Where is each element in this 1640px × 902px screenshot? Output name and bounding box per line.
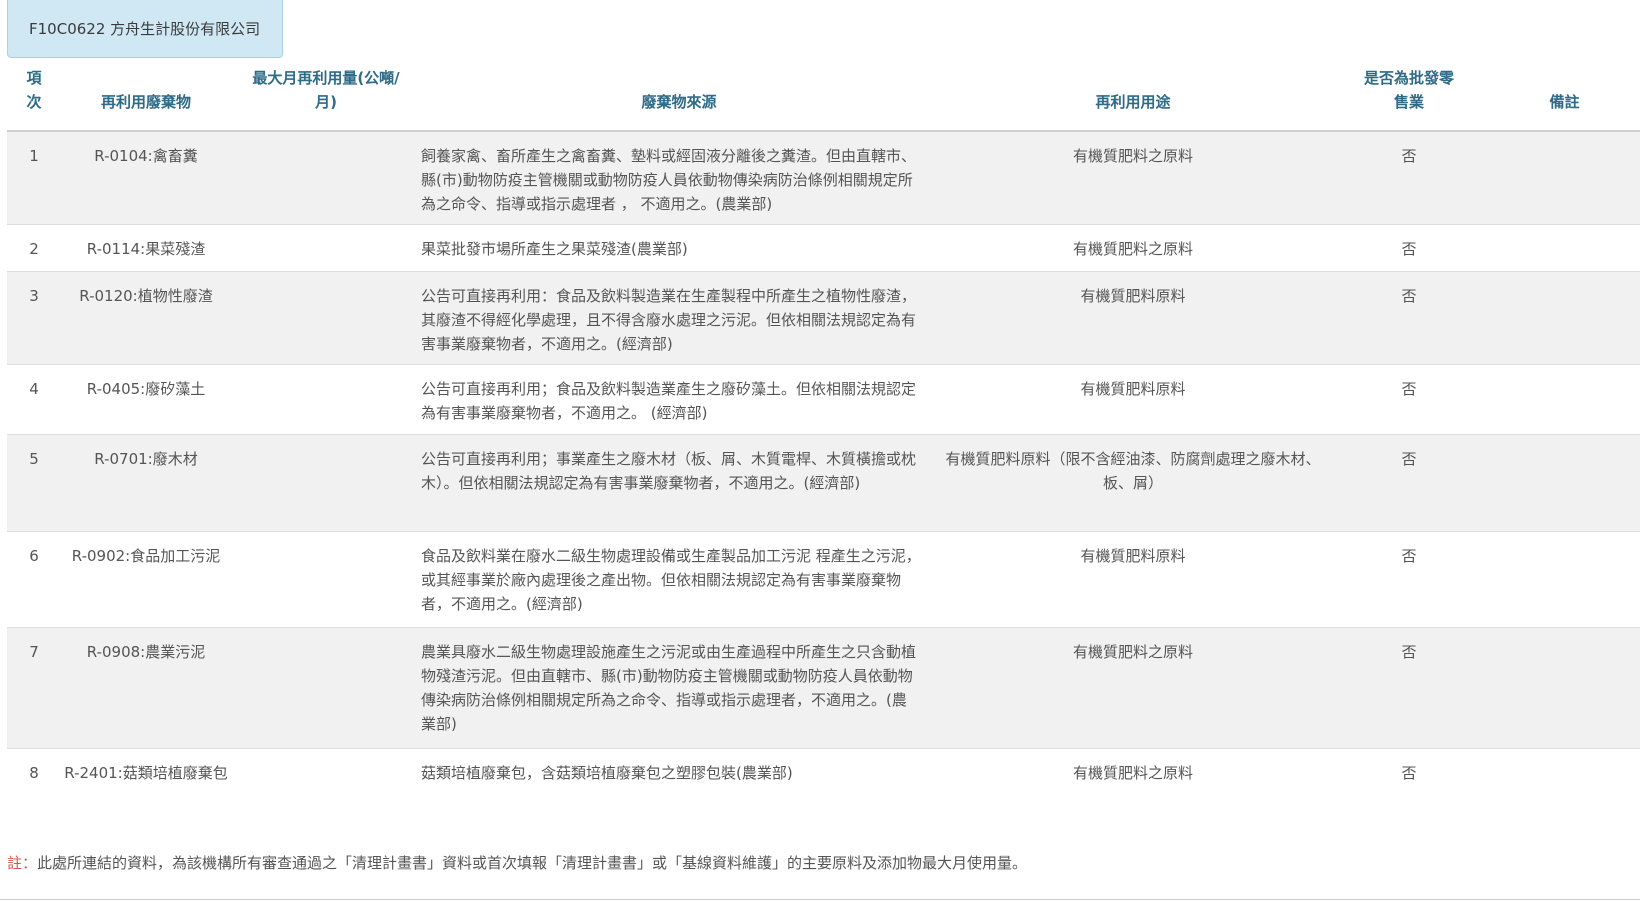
- row-usage: 有機質肥料原料: [1080, 287, 1186, 305]
- row-source: 飼養家禽、畜所產生之禽畜糞、墊料或經固液分離後之糞渣。但由直轄市、縣(市)動物防…: [421, 147, 917, 213]
- row-item: R-0114:果菜殘渣: [86, 240, 206, 258]
- row-item: R-2401:菇類培植廢棄包: [64, 764, 228, 782]
- company-tab[interactable]: F10C0622 方舟生計股份有限公司: [7, 0, 283, 58]
- row-source: 果菜批發市場所產生之果菜殘渣(農業部): [421, 240, 688, 258]
- row-no: 1: [29, 147, 39, 165]
- header-usage: 再利用用途: [1095, 93, 1171, 111]
- footnote-text: 此處所連結的資料，為該機構所有審查通過之「清理計畫書」資料或首次填報「清理計畫書…: [37, 854, 1028, 872]
- row-item: R-0908:農業污泥: [86, 643, 206, 661]
- row-no: 2: [29, 240, 39, 258]
- table-row: 1 R-0104:禽畜糞 飼養家禽、畜所產生之禽畜糞、墊料或經固液分離後之糞渣。…: [7, 132, 1640, 225]
- reuse-table: 項 次 再利用廢棄物 最大月再利用量(公噸/ 月) 廢棄物來源 再利用用途 是否…: [7, 66, 1640, 819]
- row-no: 7: [29, 643, 39, 661]
- header-source: 廢棄物來源: [641, 93, 717, 111]
- row-usage: 有機質肥料原料: [1080, 547, 1186, 565]
- table-row: 2 R-0114:果菜殘渣 果菜批發市場所產生之果菜殘渣(農業部) 有機質肥料之…: [7, 225, 1640, 272]
- row-no: 5: [29, 450, 39, 468]
- company-label: F10C0622 方舟生計股份有限公司: [29, 20, 261, 38]
- row-bulk: 否: [1401, 643, 1417, 661]
- header-max-usage: 最大月再利用量(公噸/ 月): [252, 69, 400, 111]
- row-source: 食品及飲料業在廢水二級生物處理設備或生產製品加工污泥 程產生之污泥，或其經事業於…: [421, 547, 921, 613]
- row-bulk: 否: [1401, 240, 1417, 258]
- row-usage: 有機質肥料之原料: [1072, 147, 1193, 165]
- row-no: 6: [29, 547, 39, 565]
- table-row: 3 R-0120:植物性廢渣 公告可直接再利用：食品及飲料製造業在生產製程中所產…: [7, 272, 1640, 365]
- row-source: 農業具廢水二級生物處理設施產生之污泥或由生產過程中所產生之只含動植物殘渣污泥。但…: [421, 643, 917, 733]
- header-note: 備註: [1549, 93, 1580, 111]
- table-header: 項 次 再利用廢棄物 最大月再利用量(公噸/ 月) 廢棄物來源 再利用用途 是否…: [7, 66, 1640, 132]
- row-bulk: 否: [1401, 450, 1417, 468]
- header-no: 項 次: [26, 69, 42, 111]
- row-no: 8: [29, 764, 39, 782]
- table-row: 7 R-0908:農業污泥 農業具廢水二級生物處理設施產生之污泥或由生產過程中所…: [7, 628, 1640, 749]
- footnote-mark: 註：: [7, 854, 38, 872]
- row-item: R-0104:禽畜糞: [94, 147, 198, 165]
- footnote: 註：此處所連結的資料，為該機構所有審查通過之「清理計畫書」資料或首次填報「清理計…: [7, 852, 1027, 873]
- row-bulk: 否: [1401, 287, 1417, 305]
- row-bulk: 否: [1401, 764, 1417, 782]
- row-source: 菇類培植廢棄包，含菇類培植廢棄包之塑膠包裝(農業部): [421, 764, 793, 782]
- row-no: 4: [29, 380, 39, 398]
- row-bulk: 否: [1401, 547, 1417, 565]
- table-row: 8 R-2401:菇類培植廢棄包 菇類培植廢棄包，含菇類培植廢棄包之塑膠包裝(農…: [7, 749, 1640, 819]
- row-no: 3: [29, 287, 39, 305]
- row-bulk: 否: [1401, 380, 1417, 398]
- row-source: 公告可直接再利用：食品及飲料製造業在生產製程中所產生之植物性廢渣，其廢渣不得經化…: [421, 287, 917, 353]
- row-usage: 有機質肥料原料（限不含經油漆、防腐劑處理之廢木材、板、屑）: [945, 450, 1321, 492]
- header-item: 再利用廢棄物: [100, 93, 191, 111]
- table-row: 6 R-0902:食品加工污泥 食品及飲料業在廢水二級生物處理設備或生產製品加工…: [7, 532, 1640, 628]
- row-source: 公告可直接再利用；事業產生之廢木材（板、屑、木質電桿、木質橫擔或枕木）。但依相關…: [421, 450, 917, 492]
- row-item: R-0405:廢矽藻土: [86, 380, 206, 398]
- header-bulk: 是否為批發零 售業: [1363, 69, 1454, 111]
- row-item: R-0701:廢木材: [94, 450, 198, 468]
- row-usage: 有機質肥料之原料: [1072, 764, 1193, 782]
- table-row: 5 R-0701:廢木材 公告可直接再利用；事業產生之廢木材（板、屑、木質電桿、…: [7, 435, 1640, 532]
- row-usage: 有機質肥料之原料: [1072, 240, 1193, 258]
- table-row: 4 R-0405:廢矽藻土 公告可直接再利用；食品及飲料製造業產生之廢矽藻土。但…: [7, 365, 1640, 435]
- row-bulk: 否: [1401, 147, 1417, 165]
- row-usage: 有機質肥料之原料: [1072, 643, 1193, 661]
- row-item: R-0902:食品加工污泥: [71, 547, 221, 565]
- row-usage: 有機質肥料原料: [1080, 380, 1186, 398]
- bottom-divider: [0, 899, 1640, 900]
- row-source: 公告可直接再利用；食品及飲料製造業產生之廢矽藻土。但依相關法規認定為有害事業廢棄…: [421, 380, 917, 422]
- row-item: R-0120:植物性廢渣: [79, 287, 213, 305]
